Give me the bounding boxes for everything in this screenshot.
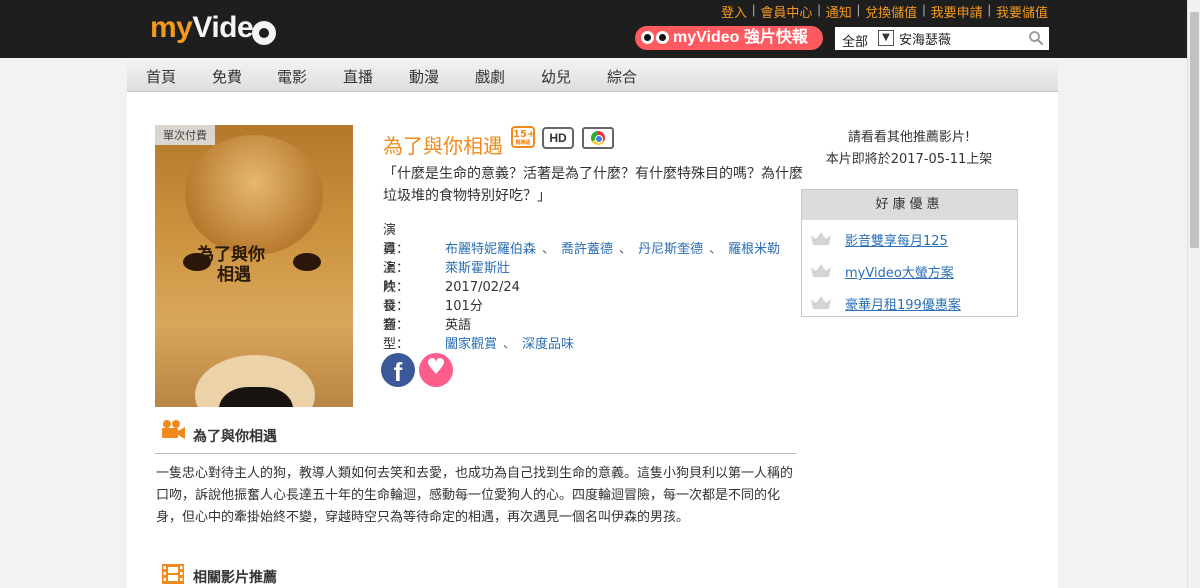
pay-per-view-badge: 單次付費 [155,125,215,145]
synopsis-heading: 為了與你相遇 [193,429,277,445]
offer-item[interactable]: 影音雙享每月125 [802,230,1017,249]
topup-link[interactable]: 我要儲值 [996,2,1048,21]
search-input[interactable] [899,29,1023,47]
chromecast-icon [582,127,614,149]
offers-title: 好康優惠 [802,190,1017,220]
promo-button[interactable]: myVideo 強片快報 [635,26,823,50]
notification-link[interactable]: 通知 [826,2,852,21]
apply-link[interactable]: 我要申請 [931,2,983,21]
login-link[interactable]: 登入 [721,2,747,21]
crown-icon [811,232,831,245]
scrollbar-thumb[interactable] [1190,12,1199,248]
member-center-link[interactable]: 會員中心 [760,2,812,21]
chevron-down-icon[interactable]: ▼ [878,30,894,46]
nav-free[interactable]: 免費 [212,66,242,87]
related-heading: 相關影片推薦 [193,570,277,586]
movie-camera-icon [162,420,185,439]
favorite-heart-button[interactable] [419,353,453,387]
movie-title: 為了與你相遇 [383,134,503,158]
film-reel-icon [252,21,276,45]
nav-movies[interactable]: 電影 [277,66,307,87]
genre-link[interactable]: 闔家觀賞 [445,337,497,352]
nav-variety[interactable]: 綜合 [607,66,637,87]
genre-row: 類 型： 闔家觀賞、深度品味 [383,318,575,352]
nav-kids[interactable]: 幼兒 [541,66,571,87]
poster-title: 為了與你 相遇 [197,245,265,285]
main-nav: 首頁 免費 電影 直播 動漫 戲劇 幼兒 綜合 [127,58,1058,92]
top-bar: myVide 登入 | 會員中心 | 通知 | 兌換儲值 | 我要申請 | 我要儲值 my… [0,0,1200,58]
rating-badge: 15+ 輔導級 [511,126,535,148]
crown-icon [811,264,831,277]
synopsis-text: 一隻忠心對待主人的狗，教導人類如何去笑和去愛，也成功為自己找到生命的意義。這隻小… [156,466,794,525]
offer-item[interactable]: 豪華月租199優惠案 [802,294,1017,313]
nav-anime[interactable]: 動漫 [409,66,439,87]
film-strip-icon [162,564,184,584]
release-notice: 請看看其他推薦影片! 本片即將於2017-05-11上架 [825,130,993,167]
redeem-link[interactable]: 兌換儲值 [865,2,917,21]
hd-badge: HD [542,127,574,149]
nav-live[interactable]: 直播 [343,66,373,87]
offers-box: 好康優惠 影音雙享每月125 myVideo大螢方案 豪華月租199優惠案 [801,189,1018,317]
search-category: 全部 [842,35,869,50]
movie-quote: 「什麼是生命的意義？活著是為了什麼？有什麼特殊目的嗎？為什麼垃圾堆的食物特別好吃… [383,166,803,204]
genre-link[interactable]: 深度品味 [522,337,574,352]
cast-link[interactable]: 羅根米勒 [728,242,780,257]
facebook-share-button[interactable]: f [381,353,415,387]
myvideo-logo[interactable]: myVide [150,11,254,45]
cast-link[interactable]: 丹尼斯奎德 [638,242,703,257]
nav-home[interactable]: 首頁 [146,66,176,87]
eyes-icon [641,31,669,44]
top-links: 登入 | 會員中心 | 通知 | 兌換儲值 | 我要申請 | 我要儲值 [720,2,1048,21]
search-box: 全部 ▼ [835,27,1049,50]
promo-label: myVideo 強片快報 [673,29,808,46]
crown-icon [811,296,831,309]
section-divider [155,453,796,454]
movie-poster[interactable]: 為了與你 相遇 單次付費 [155,125,353,407]
page-scrollbar[interactable] [1187,0,1200,588]
offer-item[interactable]: myVideo大螢方案 [802,262,1017,281]
cast-link[interactable]: 喬許蓋德 [561,242,613,257]
nav-drama[interactable]: 戲劇 [475,66,505,87]
search-icon[interactable] [1028,30,1044,46]
